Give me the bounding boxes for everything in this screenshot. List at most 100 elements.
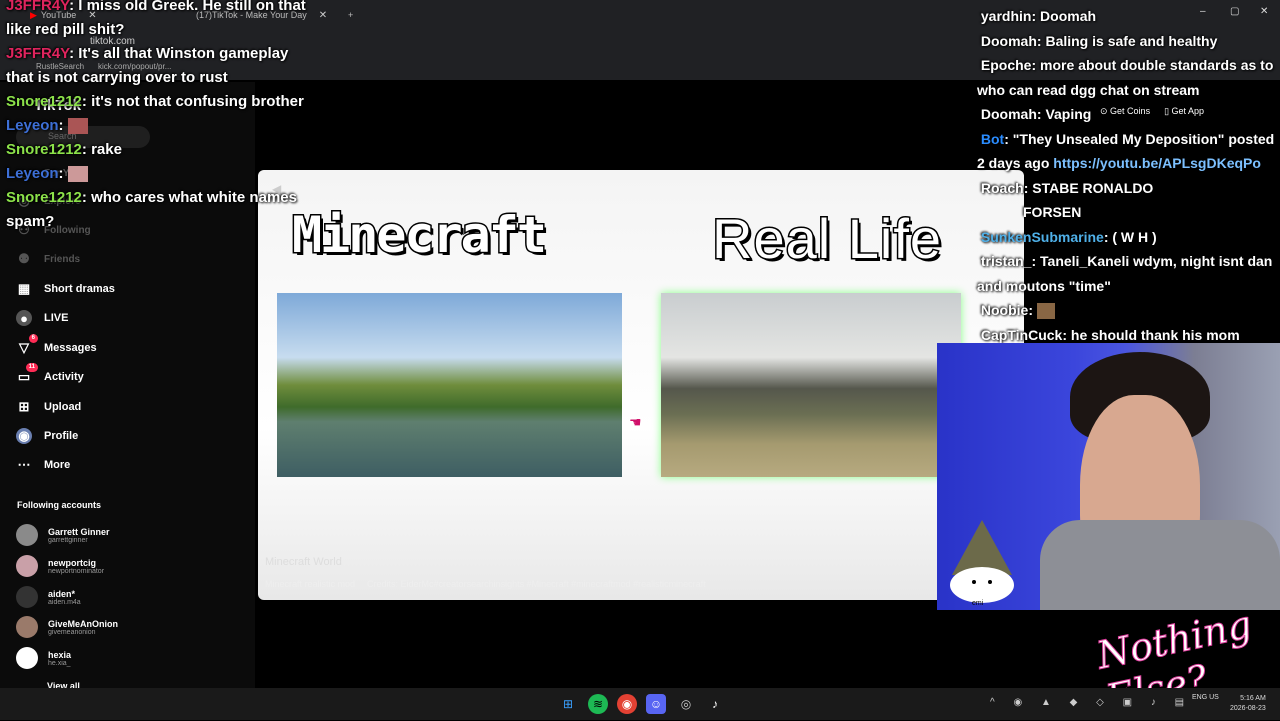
chat-username: Roach [980,179,1024,196]
chat-username: CapTinCuck [980,326,1063,343]
chat-username: Snore1212 [6,93,82,110]
chat-username: Doomah [980,32,1037,49]
discord-icon[interactable]: ☺ [646,694,666,714]
chat-message: tristan_: Taneli_Kaneli wdym, night isnt… [977,253,1273,294]
chat-text: FORSEN [1023,204,1082,220]
tiktok-app-icon[interactable]: ♪ [705,694,725,714]
nav-live[interactable]: ● LIVE [16,307,68,329]
chat-username: Epoche [980,57,1032,73]
obs-icon[interactable]: ◎ [676,694,696,714]
badge: 6 [28,334,38,343]
account-name: newportcig [48,557,97,568]
clock[interactable]: 5:16 AM 2026-08-23 [1230,694,1266,714]
account-item[interactable]: newportcig newportnominator [16,553,104,579]
profile-icon: ◉ [16,428,32,444]
nav-upload[interactable]: ⊞ Upload [16,396,82,418]
avatar [16,524,38,546]
chat-username: yardhin [980,8,1032,24]
new-tab-icon[interactable]: + [348,6,353,24]
avatar [16,647,38,669]
real-life-landscape-image [661,293,961,477]
spotify-icon[interactable]: ≋ [588,694,608,714]
chat-message: J3FFR4Y: It's all that Winston gameplay … [6,45,289,86]
chat-username: Doomah [980,106,1037,122]
chat-message: Doomah: Baling is safe and healthy [980,32,1218,49]
nav-label: More [44,459,71,471]
live-icon: ● [16,310,32,326]
chat-username: Bot [980,130,1005,147]
chat-username: Snore1212 [6,141,82,158]
account-item[interactable]: aiden* aiden.m4a [16,584,81,610]
chat-message: Bot: "They Unsealed My Deposition" poste… [977,130,1275,172]
chat-message: SunkenSubmarine: ( W H ) [980,228,1157,245]
nav-more[interactable]: ⋯ More [16,454,71,476]
account-handle: givemeanonion [48,628,96,636]
nav-label: LIVE [44,312,69,324]
chat-message: Leyeon: [6,162,306,186]
chat-message: yardhin: Doomah [980,8,1097,24]
upload-icon: ⊞ [18,399,30,414]
avatar [16,586,38,608]
nav-short-dramas[interactable]: ▦ Short dramas [16,278,115,300]
account-name: GiveMeAnOnion [48,618,119,629]
video-title-minecraft: Minecraft [291,205,549,266]
nav-profile[interactable]: ◉ Profile [16,425,78,447]
chat-message: Epoche: more about double standards as t… [977,57,1274,98]
windows-start-icon[interactable]: ⊞ [558,694,578,714]
language-indicator[interactable]: ENG US [1192,694,1222,701]
chat-link[interactable]: https://youtu.be/APLsgDKeqPo [1053,155,1261,171]
chat-overlay-left: J3FFR4Y: I miss old Greek. He still on t… [6,0,306,234]
account-handle: aiden.m4a [48,598,81,606]
activity-icon: ▭ 11 [16,363,38,385]
cursor-icon: ☚ [629,414,642,430]
chat-text: Doomah [1040,8,1097,24]
chat-message: Leyeon: [6,114,306,138]
account-name: aiden* [48,588,76,599]
system-tray[interactable]: ^ ◉ ▲ ◆ ◇ ▣ ♪ ▤ [990,697,1192,708]
chat-message: J3FFR4Y: I miss old Greek. He still on t… [6,0,306,42]
friends-icon: ⚉ [18,251,30,266]
chat-message: Snore1212: who cares what white names sp… [6,189,297,230]
nav-label: Activity [44,371,84,383]
emote-icon [1036,303,1055,320]
chat-message: Roach: STABE RONALDO [980,179,1154,196]
chat-message: Doomah: Vaping [980,106,1092,122]
chrome-icon[interactable]: ◉ [617,694,637,714]
clock-time: 5:16 AM [1240,695,1266,702]
video-caption-title: Minecraft World [265,556,342,568]
chat-username: Noobie [980,302,1029,318]
chat-username: SunkenSubmarine [980,228,1104,245]
emote-icon [67,118,88,135]
film-icon: ▦ [17,281,31,296]
chat-message: Noobie: [977,298,1277,323]
caption-credits[interactable]: Credits: EiderMc#creatorsearchinsights #… [367,579,706,589]
nav-label: Upload [44,401,82,413]
chat-text: Vaping [1045,106,1092,122]
nav-friends[interactable]: ⚉ Friends [16,248,80,270]
video-caption: Minecraft realistic mod Credits: EiderMc… [265,579,706,589]
nav-label: Friends [44,253,81,265]
account-item[interactable]: hexia he.xia_ [16,645,71,671]
caption-subtitle: Minecraft realistic mod [265,579,356,589]
close-icon[interactable]: ✕ [319,10,327,21]
account-handle: newportnominator [48,567,105,575]
chat-text: ( W H ) [1112,228,1157,245]
nav-label: Messages [44,342,97,354]
nav-messages[interactable]: ▽ 6 Messages [16,334,97,359]
account-item[interactable]: Garrett Ginner garrettginner [16,522,110,548]
chat-username: Snore1212 [6,189,82,206]
nav-activity[interactable]: ▭ 11 Activity [16,363,84,388]
nav-label: Short dramas [44,283,115,295]
chat-text: he should thank his mom [1070,326,1240,343]
account-handle: garrettginner [48,536,88,544]
account-item[interactable]: GiveMeAnOnion givemeanonion [16,614,118,640]
chat-message: FORSEN [977,200,1277,225]
badge: 11 [25,363,38,372]
chat-username: tristan_ [980,253,1032,269]
blanket [1040,520,1280,610]
account-handle: he.xia_ [48,659,71,667]
chat-username: J3FFR4Y [6,45,70,62]
cam-sign-text: emi [972,600,984,607]
gnome-plush-icon [950,520,1014,603]
chat-username: J3FFR4Y [6,0,70,14]
